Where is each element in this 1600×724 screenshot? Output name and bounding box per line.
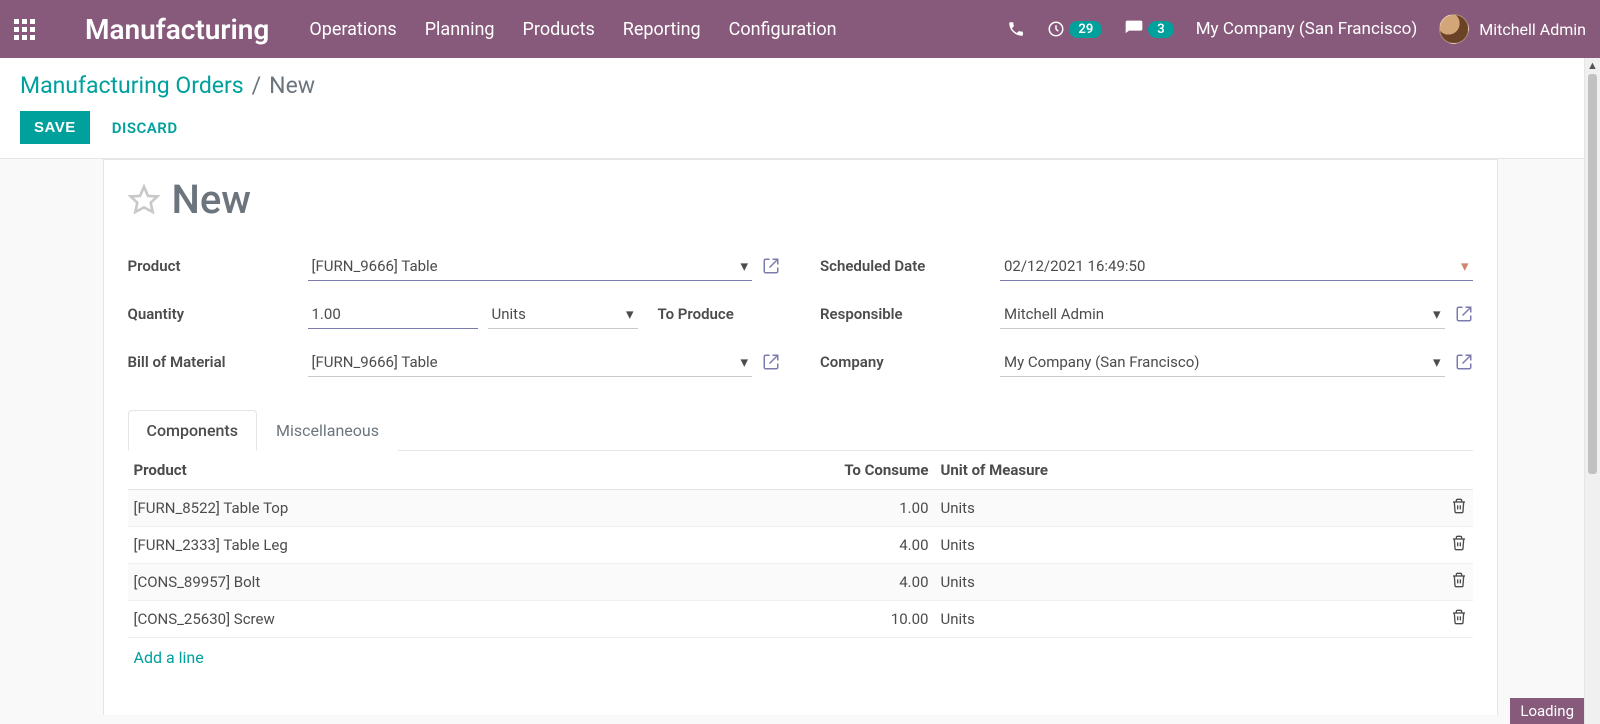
- external-link-icon[interactable]: [1455, 305, 1473, 323]
- table-row[interactable]: [CONS_25630] Screw10.00Units: [128, 601, 1473, 638]
- cell-product[interactable]: [CONS_89957] Bolt: [128, 564, 733, 601]
- external-link-icon[interactable]: [1455, 353, 1473, 371]
- cell-uom[interactable]: Units: [935, 527, 1406, 564]
- quantity-uom-field[interactable]: Units ▾: [488, 299, 638, 329]
- page-title: New: [172, 176, 252, 223]
- external-link-icon[interactable]: [762, 257, 780, 275]
- label-responsible: Responsible: [820, 305, 1000, 323]
- table-row[interactable]: [FURN_2333] Table Leg4.00Units: [128, 527, 1473, 564]
- col-to-consume[interactable]: To Consume: [733, 451, 935, 490]
- chevron-down-icon: ▾: [1433, 305, 1441, 323]
- external-link-icon[interactable]: [762, 353, 780, 371]
- label-scheduled-date: Scheduled Date: [820, 257, 1000, 275]
- responsible-value: Mitchell Admin: [1004, 305, 1104, 323]
- add-line-button[interactable]: Add a line: [128, 638, 210, 677]
- table-row[interactable]: [CONS_89957] Bolt4.00Units: [128, 564, 1473, 601]
- quantity-suffix: To Produce: [658, 305, 734, 323]
- breadcrumb-separator: /: [252, 72, 262, 99]
- phone-icon[interactable]: [1007, 20, 1025, 38]
- menu-configuration[interactable]: Configuration: [729, 19, 837, 40]
- trash-icon[interactable]: [1451, 500, 1467, 518]
- priority-star-icon[interactable]: [128, 184, 160, 216]
- bom-value: [FURN_9666] Table: [312, 353, 438, 371]
- breadcrumb: Manufacturing Orders / New: [20, 72, 1580, 99]
- quantity-uom-value: Units: [492, 305, 526, 323]
- save-button[interactable]: SAVE: [20, 111, 90, 144]
- scroll-thumb[interactable]: [1588, 74, 1597, 474]
- apps-icon[interactable]: [14, 19, 35, 40]
- tab-components[interactable]: Components: [128, 410, 257, 451]
- menu-products[interactable]: Products: [523, 19, 595, 40]
- chevron-down-icon: ▾: [740, 257, 748, 275]
- label-bom: Bill of Material: [128, 353, 308, 371]
- label-product: Product: [128, 257, 308, 275]
- cell-uom[interactable]: Units: [935, 601, 1406, 638]
- scroll-up-icon[interactable]: ▲: [1585, 58, 1600, 74]
- company-switcher[interactable]: My Company (San Francisco): [1196, 19, 1418, 39]
- cell-uom[interactable]: Units: [935, 564, 1406, 601]
- cell-qty[interactable]: 4.00: [733, 527, 935, 564]
- bom-field[interactable]: [FURN_9666] Table ▾: [308, 347, 753, 377]
- col-uom[interactable]: Unit of Measure: [935, 451, 1406, 490]
- col-product[interactable]: Product: [128, 451, 733, 490]
- activity-count: 29: [1069, 21, 1102, 38]
- company-field[interactable]: My Company (San Francisco) ▾: [1000, 347, 1445, 377]
- product-value: [FURN_9666] Table: [312, 257, 438, 275]
- user-menu[interactable]: Mitchell Admin: [1439, 14, 1586, 44]
- trash-icon[interactable]: [1451, 611, 1467, 629]
- cell-qty[interactable]: 4.00: [733, 564, 935, 601]
- tab-miscellaneous[interactable]: Miscellaneous: [257, 410, 398, 451]
- cell-product[interactable]: [FURN_8522] Table Top: [128, 490, 733, 527]
- loading-indicator: Loading: [1510, 698, 1584, 724]
- user-name: Mitchell Admin: [1479, 20, 1586, 39]
- quantity-field[interactable]: 1.00: [308, 299, 478, 329]
- components-table: Product To Consume Unit of Measure [FURN…: [128, 451, 1473, 638]
- responsible-field[interactable]: Mitchell Admin ▾: [1000, 299, 1445, 329]
- label-company: Company: [820, 353, 1000, 371]
- product-field[interactable]: [FURN_9666] Table ▾: [308, 251, 753, 281]
- scheduled-date-field[interactable]: 02/12/2021 16:49:50 ▾: [1000, 251, 1473, 281]
- scrollbar[interactable]: ▲: [1584, 58, 1600, 724]
- chevron-down-icon: ▾: [1461, 257, 1469, 275]
- app-brand[interactable]: Manufacturing: [85, 13, 269, 46]
- discuss-icon[interactable]: 3: [1124, 19, 1173, 39]
- cell-product[interactable]: [CONS_25630] Screw: [128, 601, 733, 638]
- menu-reporting[interactable]: Reporting: [623, 19, 701, 40]
- discuss-count: 3: [1148, 21, 1173, 38]
- scheduled-date-value: 02/12/2021 16:49:50: [1004, 257, 1145, 275]
- activity-icon[interactable]: 29: [1047, 20, 1102, 38]
- label-quantity: Quantity: [128, 305, 308, 323]
- breadcrumb-current: New: [269, 72, 315, 99]
- trash-icon[interactable]: [1451, 574, 1467, 592]
- company-value: My Company (San Francisco): [1004, 353, 1199, 371]
- top-menu: Operations Planning Products Reporting C…: [309, 19, 836, 40]
- menu-operations[interactable]: Operations: [309, 19, 396, 40]
- discard-button[interactable]: DISCARD: [112, 119, 178, 137]
- trash-icon[interactable]: [1451, 537, 1467, 555]
- quantity-value: 1.00: [312, 305, 341, 323]
- menu-planning[interactable]: Planning: [425, 19, 495, 40]
- breadcrumb-root[interactable]: Manufacturing Orders: [20, 72, 244, 99]
- cell-product[interactable]: [FURN_2333] Table Leg: [128, 527, 733, 564]
- avatar: [1439, 14, 1469, 44]
- chevron-down-icon: ▾: [626, 305, 634, 323]
- table-row[interactable]: [FURN_8522] Table Top1.00Units: [128, 490, 1473, 527]
- cell-qty[interactable]: 1.00: [733, 490, 935, 527]
- cell-uom[interactable]: Units: [935, 490, 1406, 527]
- cell-qty[interactable]: 10.00: [733, 601, 935, 638]
- chevron-down-icon: ▾: [1433, 353, 1441, 371]
- chevron-down-icon: ▾: [740, 353, 748, 371]
